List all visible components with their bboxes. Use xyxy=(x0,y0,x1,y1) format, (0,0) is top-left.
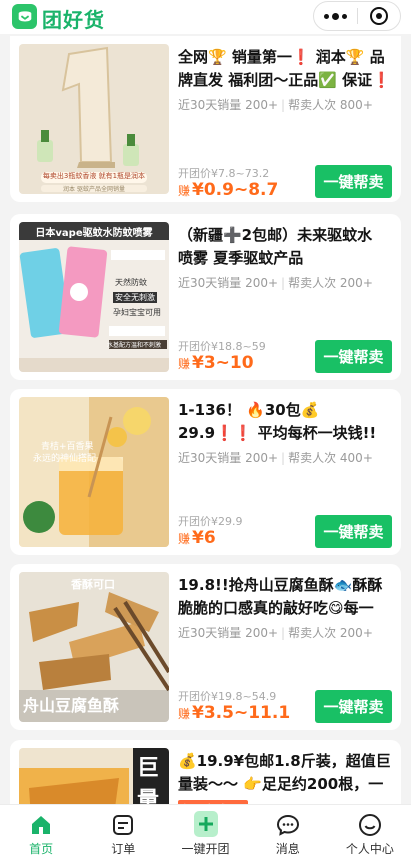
helper-count: 帮卖人次 400+ xyxy=(288,451,373,465)
close-program-icon[interactable] xyxy=(358,2,400,30)
helper-count: 帮卖人次 800+ xyxy=(288,98,373,112)
sales-count: 近30天销量 200+ xyxy=(178,98,279,112)
product-title: 1-136！ 🔥30包💰29.9❗❗ 平均每杯一块钱!!【百香果青桔… xyxy=(178,401,377,442)
product-stats: 近30天销量 200+ | 帮卖人次 200+ xyxy=(178,276,373,290)
group-price: 开团价¥29.9 xyxy=(178,515,243,528)
image-tag: 安全无刺激 xyxy=(113,292,157,303)
tab-label: 一键开团 xyxy=(181,842,230,856)
product-stats: 近30天销量 200+ | 帮卖人次 400+ xyxy=(178,451,373,465)
product-stats: 近30天销量 200+ | 帮卖人次 200+ xyxy=(178,626,373,640)
tab-start-group[interactable]: 一键开团 xyxy=(164,805,246,860)
profile-icon xyxy=(358,813,382,837)
image-caption-sub: 润本 驱蚊产品全网销量 xyxy=(63,186,125,193)
product-card[interactable]: 每卖出3瓶蚊香液 就有1瓶是润本 润本 驱蚊产品全网销量 全网🏆 销量第一❗ 润… xyxy=(10,36,401,202)
mini-program-capsule xyxy=(313,1,401,31)
product-title: 19.8!!抢舟山豆腐鱼酥🐟酥酥脆脆的口感真的敲好吃😋每一条… xyxy=(178,576,383,617)
image-header: 日本vape驱蚊水防蚊喷雾 xyxy=(35,228,153,239)
image-caption: 巨 xyxy=(137,756,160,781)
group-price: 开团价¥18.8~59 xyxy=(178,340,266,353)
help-sell-button[interactable]: 一键帮卖 xyxy=(315,690,392,723)
product-title: 全网🏆 销量第一❗ 润本🏆 品牌直发 福利团～正品✅ 保证❗ … xyxy=(178,48,391,89)
product-image: 每卖出3瓶蚊香液 就有1瓶是润本 润本 驱蚊产品全网销量 xyxy=(19,44,169,194)
product-title: （新疆➕2包邮）未来驱蚊水 喷雾 夏季驱蚊产品 xyxy=(178,226,373,267)
home-icon xyxy=(29,813,53,837)
group-price: 开团价¥19.8~54.9 xyxy=(178,690,277,703)
tab-label: 个人中心 xyxy=(345,842,394,856)
app-logo-icon xyxy=(12,4,37,29)
sales-count: 近30天销量 200+ xyxy=(178,276,279,290)
help-sell-button[interactable]: 一键帮卖 xyxy=(315,165,392,198)
tab-label: 首页 xyxy=(29,842,54,856)
help-sell-button[interactable]: 一键帮卖 xyxy=(315,340,392,373)
bottom-tab-bar: 首页 订单 一键开团 消息 个人中心 xyxy=(0,804,411,860)
product-image: 香酥可口 舟山豆腐鱼酥 xyxy=(19,572,169,722)
earn-amount: 赚 ¥0.9~8.7 xyxy=(178,180,279,200)
group-price: 开团价¥7.8~73.2 xyxy=(178,167,270,180)
tab-home[interactable]: 首页 xyxy=(0,805,82,860)
tab-messages[interactable]: 消息 xyxy=(247,805,329,860)
image-caption: 香酥可口 xyxy=(71,578,115,591)
more-icon[interactable] xyxy=(314,2,357,30)
tab-orders[interactable]: 订单 xyxy=(82,805,164,860)
earn-amount: 赚 ¥3.5~11.1 xyxy=(178,703,291,723)
image-caption: 水基配方温和不刺激 xyxy=(107,342,162,349)
order-icon xyxy=(111,813,135,837)
product-stats: 近30天销量 200+ | 帮卖人次 800+ xyxy=(178,98,373,112)
sales-count: 近30天销量 200+ xyxy=(178,451,279,465)
tab-label: 订单 xyxy=(111,842,136,856)
earn-amount: 赚 ¥6 xyxy=(178,528,216,548)
helper-count: 帮卖人次 200+ xyxy=(288,276,373,290)
message-icon xyxy=(276,813,300,837)
app-title: 团好货 xyxy=(42,8,105,32)
image-tag: 天然防蚊 xyxy=(115,278,147,287)
helper-count: 帮卖人次 200+ xyxy=(288,626,373,640)
earn-amount: 赚 ¥3~10 xyxy=(178,353,254,373)
tab-label: 消息 xyxy=(275,842,300,856)
image-caption-sub: 舟山豆腐鱼酥 xyxy=(23,696,120,715)
product-card[interactable]: 香酥可口 舟山豆腐鱼酥 19.8!!抢舟山豆腐鱼酥🐟酥酥脆脆的口感真的敲好吃😋每… xyxy=(10,564,401,730)
product-image: 青桔+百香果 永远的神仙搭配 xyxy=(19,397,169,547)
product-card[interactable]: 青桔+百香果 永远的神仙搭配 1-136！ 🔥30包💰29.9❗❗ 平均每杯一块… xyxy=(10,389,401,555)
tab-profile[interactable]: 个人中心 xyxy=(329,805,411,860)
plus-icon xyxy=(193,811,218,837)
image-caption: 每卖出3瓶蚊香液 就有1瓶是润本 xyxy=(42,172,146,180)
top-bar: 团好货 xyxy=(0,0,411,34)
image-caption-sub: 永远的神仙搭配 xyxy=(33,454,97,464)
image-tag: 孕妇宝宝可用 xyxy=(113,308,161,317)
product-title: 💰19.9¥包邮1.8斤装，超值巨量装～～ 👉足足约200根，一大… xyxy=(178,752,391,793)
product-image: 日本vape驱蚊水防蚊喷雾 天然防蚊 安全无刺激 孕妇宝宝可用 水基配方温和不刺… xyxy=(19,222,169,372)
help-sell-button[interactable]: 一键帮卖 xyxy=(315,515,392,548)
product-card[interactable]: 日本vape驱蚊水防蚊喷雾 天然防蚊 安全无刺激 孕妇宝宝可用 水基配方温和不刺… xyxy=(10,214,401,380)
sales-count: 近30天销量 200+ xyxy=(178,626,279,640)
